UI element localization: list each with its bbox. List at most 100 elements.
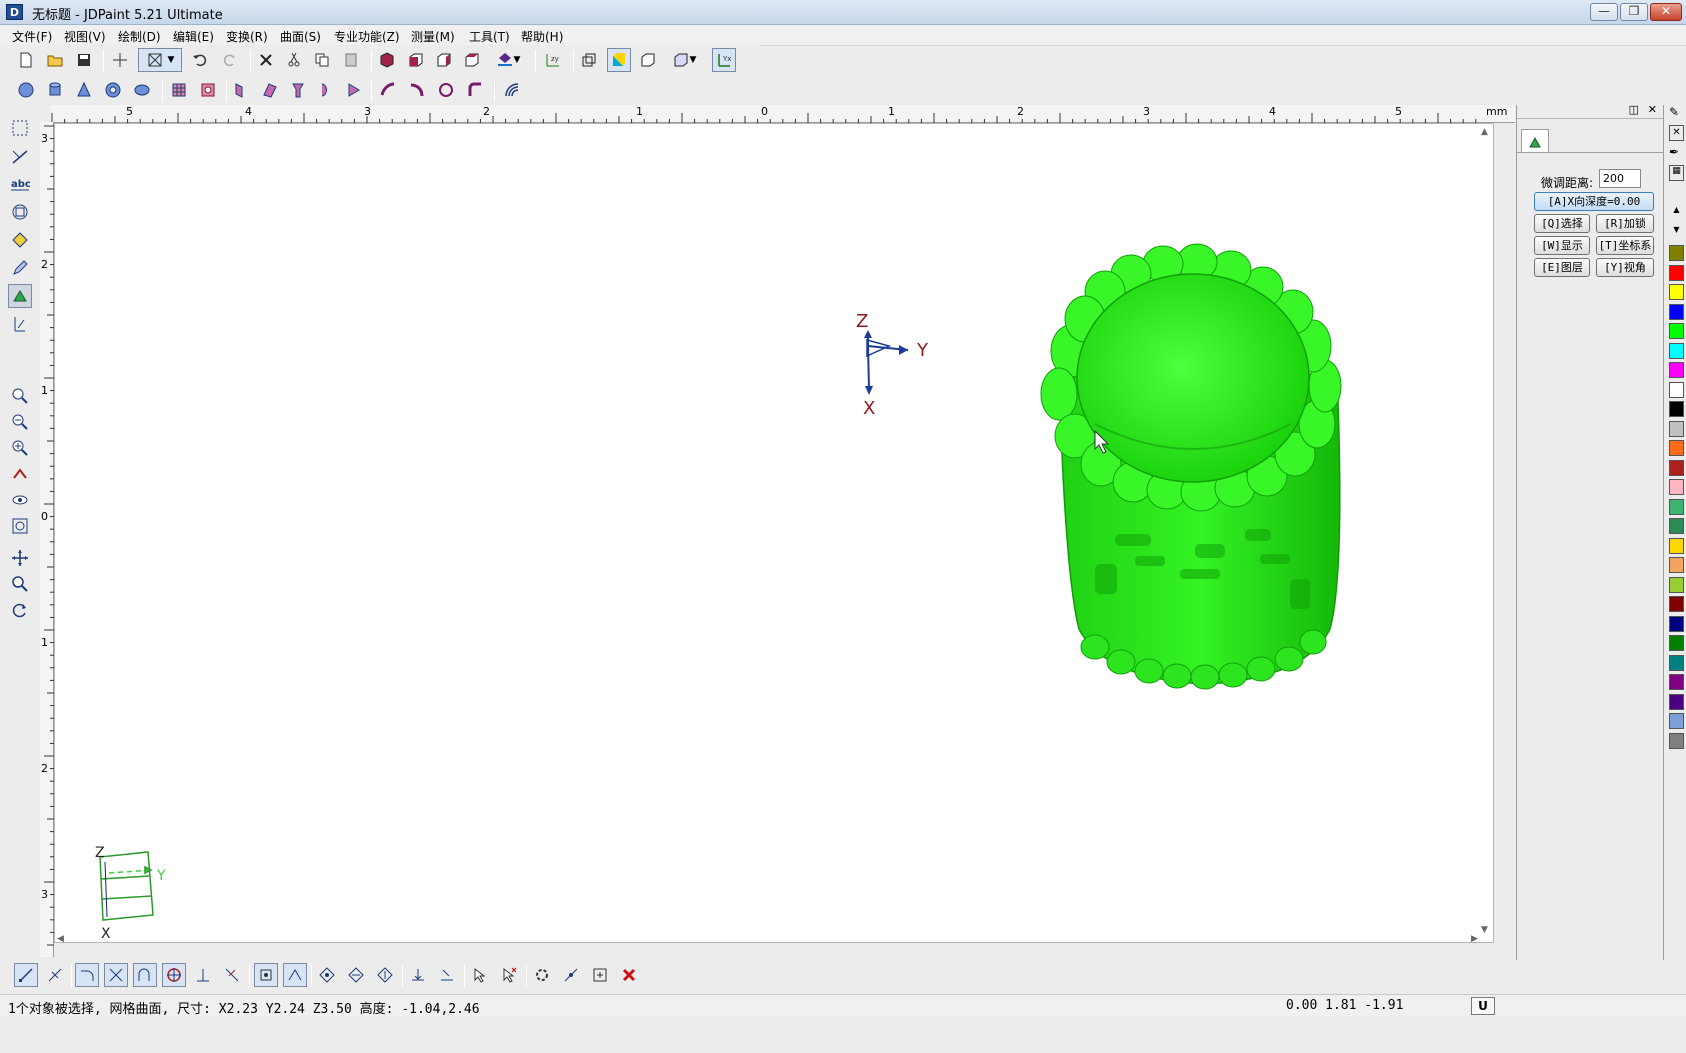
zoom-in-icon[interactable]: [8, 436, 32, 460]
color-swatch[interactable]: [1669, 440, 1684, 456]
scroll-up-arrow[interactable]: ▲: [1481, 127, 1488, 137]
measure-tool-icon[interactable]: [8, 312, 32, 336]
no-color-icon[interactable]: ✕: [1669, 125, 1684, 141]
panel-close-icon[interactable]: ✕: [1648, 103, 1657, 116]
project-curve-icon[interactable]: [435, 963, 459, 987]
color-swatch[interactable]: [1669, 264, 1684, 281]
menu-file[interactable]: 文件(F): [12, 28, 52, 45]
display-button[interactable]: [W]显示: [1534, 236, 1590, 255]
torus-icon[interactable]: [101, 78, 125, 102]
trim-surface-icon[interactable]: [405, 78, 429, 102]
save-icon[interactable]: [72, 48, 96, 72]
drawing-canvas[interactable]: Z Y X Z Y X ▲ ▼ ◀ ▶: [54, 123, 1494, 944]
zoom-previous-icon[interactable]: [8, 462, 32, 486]
panel-dock-icon[interactable]: ◫: [1629, 103, 1639, 116]
loft-surface-icon[interactable]: [230, 78, 254, 102]
snap-endpoint-icon[interactable]: [14, 963, 38, 987]
eyedropper-icon[interactable]: ✒: [1669, 145, 1684, 161]
rotate-view-icon[interactable]: [8, 598, 32, 622]
menu-view[interactable]: 视图(V): [64, 28, 106, 45]
snap-settings-icon[interactable]: [530, 963, 554, 987]
snap-surface-normal-icon[interactable]: [373, 963, 397, 987]
layer-button[interactable]: [E]图层: [1534, 258, 1590, 277]
mesh-model[interactable]: [1040, 243, 1342, 690]
delete-icon[interactable]: [254, 48, 278, 72]
shell-surface-icon[interactable]: [500, 78, 524, 102]
restore-button[interactable]: ❐: [1620, 3, 1648, 21]
unit-toggle-button[interactable]: U: [1471, 997, 1495, 1015]
bounded-surface-icon[interactable]: [196, 78, 220, 102]
sphere-icon[interactable]: [14, 78, 38, 102]
view-rotate-dropdown[interactable]: ▼: [490, 48, 526, 72]
pen-tool-icon[interactable]: [8, 256, 32, 280]
color-swatch[interactable]: [1669, 342, 1684, 359]
snap-nearest-icon[interactable]: [220, 963, 244, 987]
menu-measure[interactable]: 测量(M): [411, 28, 455, 45]
project-point-icon[interactable]: [406, 963, 430, 987]
color-swatch[interactable]: [1669, 674, 1684, 690]
offset-surface-icon[interactable]: [376, 78, 400, 102]
blend-surface-icon[interactable]: [434, 78, 458, 102]
text-tool-icon[interactable]: abc: [8, 172, 32, 196]
color-swatch[interactable]: [1669, 420, 1684, 437]
cone-icon[interactable]: [72, 78, 96, 102]
x-depth-button[interactable]: [A]X向深度=0.00: [1534, 192, 1654, 211]
pattern-fill-icon[interactable]: ▦: [1669, 165, 1684, 181]
color-swatch[interactable]: [1669, 596, 1684, 612]
pen-icon[interactable]: ✎: [1669, 105, 1684, 121]
cut-icon[interactable]: [282, 48, 306, 72]
menu-transform[interactable]: 变换(R): [226, 28, 268, 45]
color-swatch[interactable]: [1669, 518, 1684, 534]
menu-draw[interactable]: 绘制(D): [118, 28, 161, 45]
zoom-window-icon[interactable]: [8, 384, 32, 408]
zoom-realtime-icon[interactable]: [8, 572, 32, 596]
menu-help[interactable]: 帮助(H): [521, 28, 563, 45]
view-angle-button[interactable]: [Y]视角: [1596, 258, 1654, 277]
scroll-down-arrow[interactable]: ▼: [1481, 925, 1488, 935]
zoom-out-icon[interactable]: [8, 410, 32, 434]
color-swatch[interactable]: [1669, 537, 1684, 554]
pick-remove-icon[interactable]: [497, 963, 521, 987]
select-button[interactable]: [Q]选择: [1534, 214, 1590, 233]
snap-surface-edge-icon[interactable]: [344, 963, 368, 987]
front-view-icon[interactable]: [404, 48, 428, 72]
snap-tangent-icon[interactable]: [75, 963, 99, 987]
select-rect-icon[interactable]: [8, 116, 32, 140]
color-swatch[interactable]: [1669, 557, 1684, 573]
fillet-surface-icon[interactable]: [463, 78, 487, 102]
side-view-icon[interactable]: [432, 48, 456, 72]
snap-options-icon[interactable]: [588, 963, 612, 987]
color-swatch[interactable]: [1669, 284, 1684, 300]
redo-icon[interactable]: [218, 48, 242, 72]
color-swatch[interactable]: [1669, 323, 1684, 339]
relief-tool-icon[interactable]: [8, 284, 32, 308]
palette-scroll-down-icon[interactable]: ▼: [1669, 225, 1684, 239]
color-swatch[interactable]: [1669, 693, 1684, 710]
snap-perpendicular-icon[interactable]: [191, 963, 215, 987]
coordinate-system-button[interactable]: [T]坐标系: [1596, 236, 1654, 255]
wireframe-box-icon[interactable]: [577, 48, 601, 72]
hidden-line-icon[interactable]: [636, 48, 660, 72]
cancel-snap-icon[interactable]: [617, 963, 641, 987]
menu-surface[interactable]: 曲面(S): [280, 28, 321, 45]
top-view-icon[interactable]: [460, 48, 484, 72]
open-file-icon[interactable]: [43, 48, 67, 72]
scroll-left-arrow[interactable]: ◀: [57, 934, 64, 944]
minimize-button[interactable]: —: [1590, 3, 1618, 21]
snap-circle-icon[interactable]: [162, 963, 186, 987]
color-swatch[interactable]: [1669, 576, 1684, 593]
render-mode-dropdown[interactable]: ▼: [665, 48, 703, 72]
pick-add-icon[interactable]: [468, 963, 492, 987]
extrude-surface-icon[interactable]: [314, 78, 338, 102]
snap-angle-icon[interactable]: [283, 963, 307, 987]
color-swatch[interactable]: [1669, 303, 1684, 320]
fine-tune-distance-input[interactable]: [1599, 169, 1641, 188]
edit-node-icon[interactable]: [8, 228, 32, 252]
palette-scroll-up-icon[interactable]: ▲: [1669, 205, 1684, 219]
view-all-icon[interactable]: [8, 488, 32, 512]
cylinder-icon[interactable]: [43, 78, 67, 102]
shape-tool-icon[interactable]: [8, 200, 32, 224]
pan-icon[interactable]: [8, 546, 32, 570]
menu-edit[interactable]: 编辑(E): [173, 28, 214, 45]
lock-button[interactable]: [R]加锁: [1596, 214, 1654, 233]
